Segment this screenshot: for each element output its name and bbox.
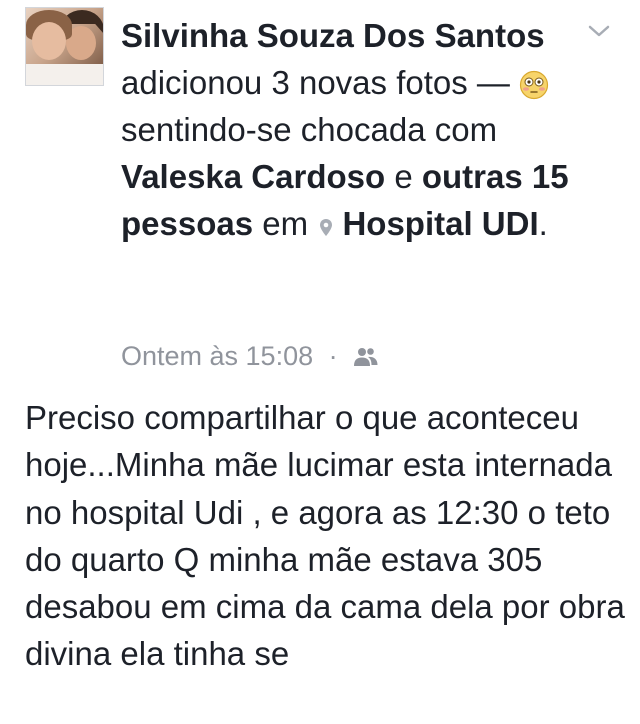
post-action: adicionou 3 novas fotos — [121, 64, 510, 101]
flushed-face-icon [519, 70, 549, 100]
at-word: em [262, 205, 309, 242]
and-word: e [394, 158, 413, 195]
friends-icon[interactable] [353, 346, 379, 368]
author-avatar[interactable] [25, 7, 104, 86]
meta-separator: · [328, 341, 338, 371]
location-link[interactable]: Hospital UDI [342, 205, 538, 242]
location-pin-icon [320, 219, 333, 236]
with-word: com [434, 111, 498, 148]
post-meta: Ontem às 15:08 · [121, 336, 379, 376]
timestamp-link[interactable]: Ontem às 15:08 [121, 341, 313, 371]
feeling-text: sentindo-se chocada [121, 111, 426, 148]
author-name[interactable]: Silvinha Souza Dos Santos [121, 17, 545, 54]
post-header: Silvinha Souza Dos Santos adicionou 3 no… [121, 12, 591, 247]
period: . [538, 205, 548, 242]
post-body: Preciso compartilhar o que aconteceu hoj… [25, 399, 625, 673]
tagged-person-link[interactable]: Valeska Cardoso [121, 158, 385, 195]
